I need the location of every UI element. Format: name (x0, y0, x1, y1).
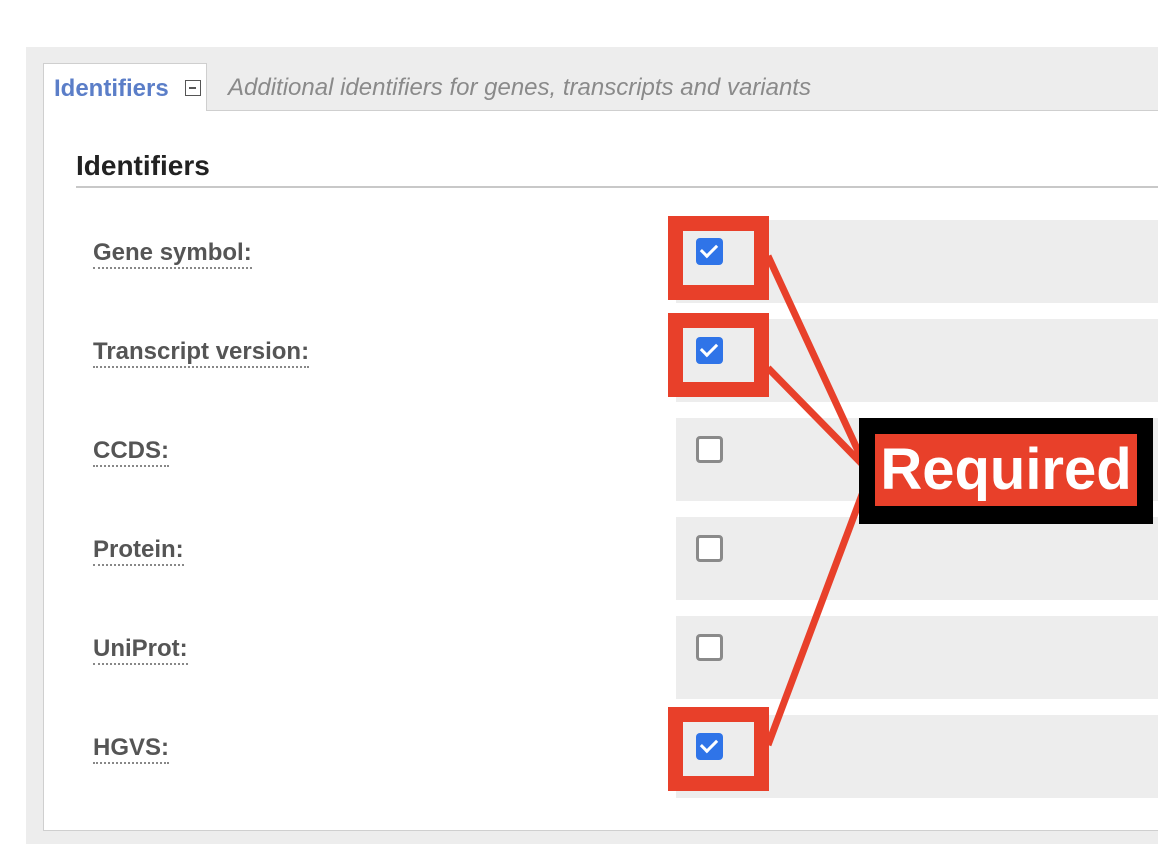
required-label: Required (880, 437, 1132, 502)
required-callout: Required (859, 418, 1153, 524)
required-callout-inner: Required (875, 434, 1137, 506)
connector-line-gene-symbol (764, 254, 870, 470)
connector-line-hgvs (764, 482, 870, 747)
connector-line-transcript-version (765, 365, 869, 471)
